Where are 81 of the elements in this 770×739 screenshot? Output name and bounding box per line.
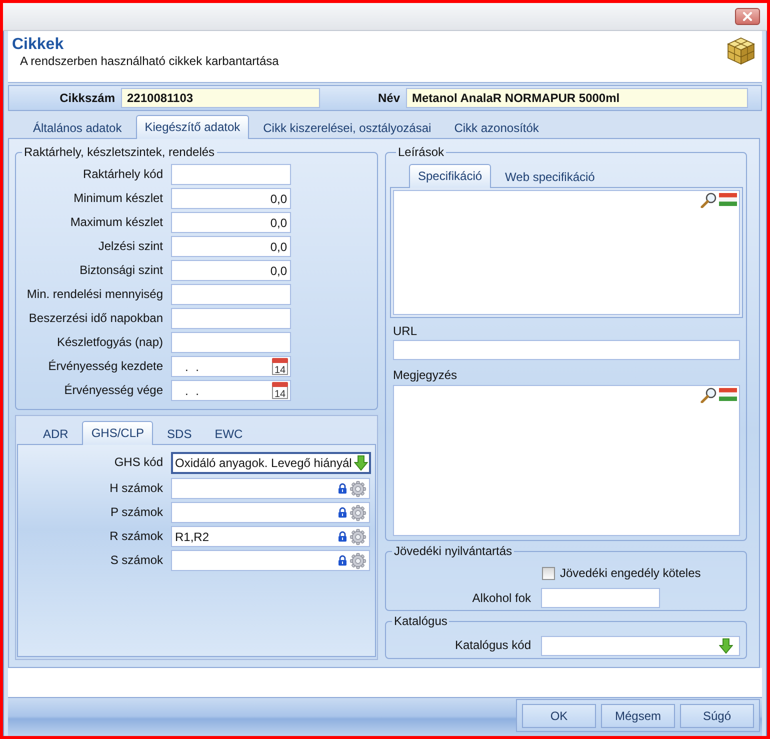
search-icon[interactable] — [700, 387, 717, 403]
group-title: Leírások — [397, 145, 446, 159]
group-title: Raktárhely, készletszintek, rendelés — [23, 145, 216, 159]
field-label: Biztonsági szint — [78, 262, 163, 279]
lock-icon[interactable] — [338, 507, 347, 518]
field-label: Érvényesség kezdete — [47, 358, 163, 375]
text-field[interactable] — [171, 308, 291, 329]
calendar-icon[interactable]: 14 — [272, 358, 288, 375]
date-field[interactable]: . . 14 — [171, 356, 291, 377]
gear-icon[interactable] — [350, 504, 366, 520]
number-field[interactable]: 0,0 — [171, 260, 291, 281]
field-label: Jelzési szint — [97, 238, 163, 255]
dialog-button[interactable]: Mégsem — [601, 704, 675, 728]
tab[interactable]: Cikk azonosítók — [445, 117, 548, 139]
text-field[interactable] — [171, 284, 291, 305]
tab[interactable]: Specifikáció — [409, 164, 492, 188]
field-label: R számok — [108, 528, 163, 545]
tab[interactable]: EWC — [206, 423, 252, 445]
search-icon[interactable] — [700, 192, 717, 208]
close-icon — [743, 12, 752, 21]
field-label: Megjegyzés — [392, 368, 458, 382]
field-label: GHS kód — [113, 454, 163, 471]
tab[interactable]: Web specifikáció — [496, 166, 604, 188]
field-label: Név — [376, 91, 400, 105]
checkbox-label[interactable]: Jövedéki engedély köteles — [560, 566, 701, 580]
code-field[interactable] — [171, 502, 370, 523]
field-label: P számok — [110, 504, 163, 521]
field-label: Beszerzési idő napokban — [28, 310, 163, 327]
checkbox[interactable] — [542, 566, 555, 580]
number-field[interactable]: 0,0 — [171, 212, 291, 233]
text-field[interactable] — [541, 588, 660, 608]
flag-icon[interactable] — [719, 193, 737, 206]
tab[interactable]: Cikk kiszerelései, osztályozásai — [254, 117, 440, 139]
date-field[interactable]: . . 14 — [171, 380, 291, 401]
lock-icon[interactable] — [338, 555, 347, 566]
page-title: Cikkek — [12, 35, 65, 54]
arrow-down-icon[interactable] — [354, 455, 368, 471]
field-label: Érvényesség vége — [63, 382, 163, 399]
field-label: Maximum készlet — [69, 214, 163, 231]
field-label: S számok — [109, 552, 163, 569]
tab[interactable]: Kiegészítő adatok — [136, 115, 250, 139]
tab[interactable]: SDS — [158, 423, 201, 445]
tab[interactable]: GHS/CLP — [82, 421, 154, 445]
tab[interactable]: Általános adatok — [24, 117, 131, 139]
cube-icon — [726, 36, 756, 66]
gear-icon[interactable] — [350, 528, 366, 544]
field-label: URL — [392, 324, 418, 338]
field-label: Készletfogyás (nap) — [56, 334, 163, 351]
page-subtitle: A rendszerben használható cikkek karbantartása — [19, 54, 279, 68]
dropdown-field[interactable] — [541, 636, 740, 656]
field-label: H számok — [108, 480, 163, 497]
text-field[interactable]: Metanol AnalaR NORMAPUR 5000ml — [406, 88, 748, 108]
text-field[interactable] — [171, 332, 291, 353]
field-label: Cikkszám — [58, 91, 115, 105]
field-label: Minimum készlet — [72, 190, 163, 207]
number-field[interactable]: 0,0 — [171, 236, 291, 257]
dialog-button[interactable]: OK — [522, 704, 596, 728]
tab[interactable]: ADR — [34, 423, 78, 445]
arrow-down-icon[interactable] — [719, 638, 733, 654]
field-label: Min. rendelési mennyiség — [26, 286, 163, 303]
dialog-button[interactable]: Súgó — [680, 704, 754, 728]
text-field[interactable]: 2210081103 — [121, 88, 320, 108]
lock-icon[interactable] — [338, 483, 347, 494]
group-title: Katalógus — [393, 614, 448, 628]
flag-icon[interactable] — [719, 388, 737, 401]
url-field[interactable] — [393, 340, 740, 360]
field-label: Raktárhely kód — [82, 166, 163, 183]
group-title: Jövedéki nyilvántartás — [393, 544, 514, 558]
text-field[interactable] — [171, 164, 291, 185]
lock-icon[interactable] — [338, 531, 347, 542]
calendar-icon[interactable]: 14 — [272, 382, 288, 399]
code-field[interactable] — [171, 478, 370, 499]
number-field[interactable]: 0,0 — [171, 188, 291, 209]
field-label: Katalógus kód — [454, 637, 531, 654]
field-label: Alkohol fok — [471, 590, 531, 607]
gear-icon[interactable] — [350, 480, 366, 496]
code-field[interactable]: R1,R2 — [171, 526, 370, 547]
code-field[interactable] — [171, 550, 370, 571]
dropdown-field[interactable]: Oxidáló anyagok. Levegő hiányál — [171, 452, 371, 474]
gear-icon[interactable] — [350, 552, 366, 568]
close-button[interactable] — [735, 8, 760, 25]
